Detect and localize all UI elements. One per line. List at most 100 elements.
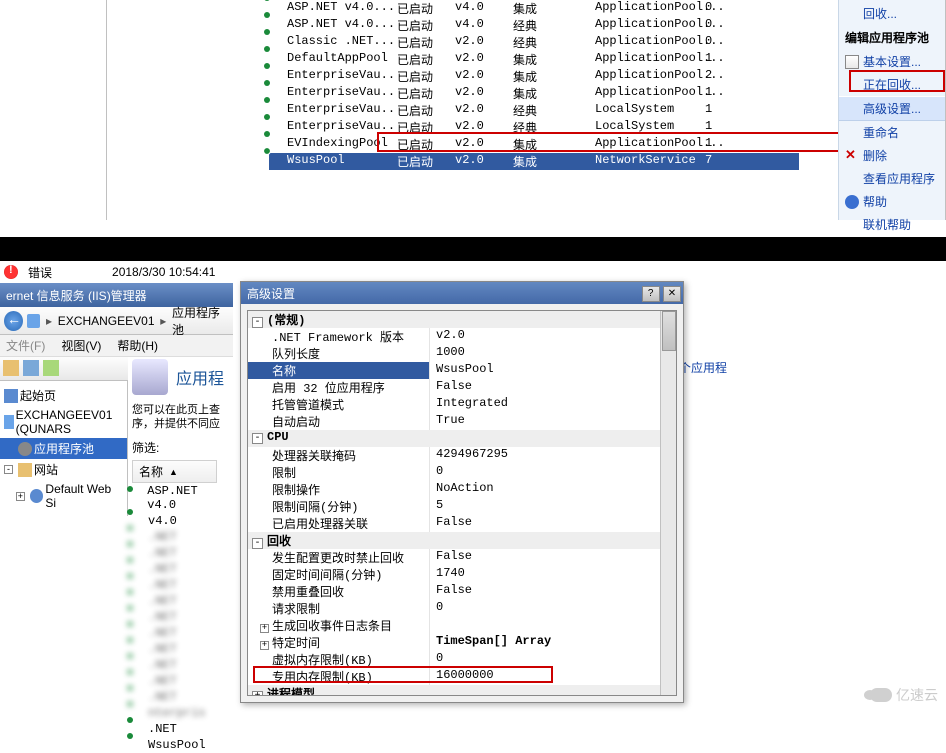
column-header-name[interactable]: 名称 ▲ — [132, 460, 217, 483]
pool-row[interactable]: EVIndexingPool已启动v2.0 集成ApplicationPool.… — [269, 136, 799, 153]
breadcrumb[interactable]: ▸ EXCHANGEEV01 ▸ 应用程序池 — [0, 307, 233, 335]
bc-node[interactable]: 应用程序池 — [172, 304, 229, 338]
refresh-icon[interactable] — [43, 360, 59, 376]
gear-icon — [132, 514, 146, 528]
pool-mini-row[interactable]: v4.0 — [132, 513, 229, 529]
scroll-thumb[interactable] — [662, 311, 676, 351]
expander-icon[interactable]: + — [16, 492, 25, 501]
help-button[interactable]: ? — [642, 286, 660, 302]
prop-row[interactable]: 已启用处理器关联False — [248, 515, 676, 532]
action-item[interactable]: 查看应用程序 — [839, 167, 945, 190]
tree-toolbar — [0, 357, 128, 381]
pool-row[interactable]: EnterpriseVau...已启动v2.0 经典LocalSystem1 — [269, 119, 799, 136]
prop-row[interactable]: 名称WsusPool — [248, 362, 676, 379]
app-pool-list[interactable]: ASP.NET v4.0...已启动v4.0 集成ApplicationPool… — [269, 0, 799, 170]
list-icon[interactable] — [23, 360, 39, 376]
timestamp: 2018/3/30 10:54:41 — [112, 265, 215, 279]
property-grid[interactable]: -(常规).NET Framework 版本v2.0队列长度1000名称Wsus… — [247, 310, 677, 696]
prop-row[interactable]: 队列长度1000 — [248, 345, 676, 362]
folder-icon[interactable] — [3, 360, 19, 376]
prop-row[interactable]: 限制0 — [248, 464, 676, 481]
bc-server[interactable]: EXCHANGEEV01 — [58, 314, 155, 328]
prop-category[interactable]: -回收 — [248, 532, 676, 549]
pool-mini-row[interactable]: .NET — [132, 657, 229, 673]
advanced-settings-dialog: 高级设置 ? ✕ -(常规).NET Framework 版本v2.0队列长度1… — [240, 281, 684, 703]
prop-row[interactable]: 自动启动True — [248, 413, 676, 430]
gear-icon — [269, 17, 285, 33]
gear-icon — [269, 68, 285, 84]
connections-tree[interactable]: 起始页 EXCHANGEEV01 (QUNARS 应用程序池 -网站 +Defa… — [0, 381, 128, 516]
view-menu[interactable]: 视图(V) — [61, 337, 101, 354]
prop-row[interactable]: 处理器关联掩码4294967295 — [248, 447, 676, 464]
pool-row[interactable]: EnterpriseVau...已启动v2.0 集成ApplicationPoo… — [269, 68, 799, 85]
prop-row[interactable]: 禁用重叠回收False — [248, 583, 676, 600]
pool-row[interactable]: ASP.NET v4.0...已启动v4.0 经典ApplicationPool… — [269, 17, 799, 34]
pool-mini-row[interactable]: .NET — [132, 561, 229, 577]
pool-mini-row[interactable]: .NET — [132, 609, 229, 625]
pool-row[interactable]: ASP.NET v4.0...已启动v4.0 集成ApplicationPool… — [269, 0, 799, 17]
prop-row[interactable]: +特定时间TimeSpan[] Array — [248, 634, 676, 651]
prop-row[interactable]: 启用 32 位应用程序False — [248, 379, 676, 396]
pool-mini-row[interactable]: .NET — [132, 673, 229, 689]
content-pane: 应用程 您可以在此页上查 序，并提供不同应 筛选: 名称 ▲ ASP.NET v… — [128, 355, 233, 713]
prop-row[interactable]: 限制间隔(分钟)5 — [248, 498, 676, 515]
prop-category[interactable]: +进程模型 — [248, 685, 676, 696]
prop-row[interactable]: +生成回收事件日志条目 — [248, 617, 676, 634]
close-button[interactable]: ✕ — [663, 286, 681, 302]
prop-row[interactable]: 请求限制0 — [248, 600, 676, 617]
prop-category[interactable]: -(常规) — [248, 311, 676, 328]
action-item[interactable]: ✕删除 — [839, 144, 945, 167]
expander-icon[interactable]: - — [252, 317, 263, 328]
gear-icon — [132, 610, 146, 624]
prop-row[interactable]: .NET Framework 版本v2.0 — [248, 328, 676, 345]
tree-server[interactable]: EXCHANGEEV01 (QUNARS — [0, 406, 127, 438]
pool-mini-row[interactable]: .NET — [132, 721, 229, 737]
action-item[interactable]: 联机帮助 — [839, 213, 945, 236]
prop-row[interactable]: 专用内存限制(KB)16000000 — [248, 668, 676, 685]
gear-icon — [269, 51, 285, 67]
action-recycle[interactable]: 回收... — [839, 2, 945, 25]
action-item[interactable]: 帮助 — [839, 190, 945, 213]
tree-home[interactable]: 起始页 — [0, 385, 127, 406]
tree-app-pools[interactable]: 应用程序池 — [0, 438, 127, 459]
expander-icon[interactable]: - — [252, 538, 263, 549]
pool-row[interactable]: EnterpriseVau...已启动v2.0 集成ApplicationPoo… — [269, 85, 799, 102]
expander-icon[interactable]: - — [252, 433, 263, 444]
tree-default-site[interactable]: +Default Web Si — [0, 480, 127, 512]
expander-icon[interactable]: - — [4, 465, 13, 474]
pool-mini-row[interactable]: .NET — [132, 545, 229, 561]
pool-mini-row[interactable]: WsusPool — [132, 737, 229, 753]
action-item[interactable]: 高级设置... — [839, 96, 945, 121]
watermark: 亿速云 — [870, 685, 938, 705]
pool-mini-row[interactable]: .NET — [132, 641, 229, 657]
prop-row[interactable]: 托管管道模式Integrated — [248, 396, 676, 413]
gear-icon — [132, 626, 146, 640]
prop-category[interactable]: -CPU — [248, 430, 676, 447]
scrollbar[interactable] — [660, 311, 676, 695]
help-menu[interactable]: 帮助(H) — [117, 337, 158, 354]
gear-icon — [269, 136, 285, 152]
pool-row[interactable]: DefaultAppPool已启动v2.0 集成ApplicationPool.… — [269, 51, 799, 68]
pool-mini-row[interactable]: .NET — [132, 529, 229, 545]
pool-mini-row[interactable]: nterpris — [132, 705, 229, 721]
pool-mini-row[interactable]: .NET — [132, 625, 229, 641]
prop-row[interactable]: 固定时间间隔(分钟)1740 — [248, 566, 676, 583]
pool-mini-row[interactable]: .NET — [132, 689, 229, 705]
pool-mini-row[interactable]: ASP.NET v4.0 — [132, 483, 229, 513]
pool-row[interactable]: EnterpriseVau...已启动v2.0 经典LocalSystem1 — [269, 102, 799, 119]
action-item[interactable]: 重命名 — [839, 121, 945, 144]
action-item[interactable]: 正在回收... — [839, 73, 945, 96]
pool-row[interactable]: Classic .NET...已启动v2.0 经典ApplicationPool… — [269, 34, 799, 51]
back-button[interactable] — [4, 311, 23, 331]
pool-mini-row[interactable]: .NET — [132, 577, 229, 593]
tree-sites[interactable]: -网站 — [0, 459, 127, 480]
action-item[interactable]: 基本设置... — [839, 50, 945, 73]
pool-mini-row[interactable]: .NET — [132, 593, 229, 609]
prop-row[interactable]: 虚拟内存限制(KB)0 — [248, 651, 676, 668]
prop-row[interactable]: 发生配置更改时禁止回收False — [248, 549, 676, 566]
expander-icon[interactable]: + — [252, 691, 263, 696]
prop-row[interactable]: 限制操作NoAction — [248, 481, 676, 498]
dialog-titlebar[interactable]: 高级设置 ? ✕ — [241, 282, 683, 304]
filter-label: 筛选: — [132, 439, 159, 456]
pool-row[interactable]: WsusPool已启动v2.0 集成NetworkService7 — [269, 153, 799, 170]
